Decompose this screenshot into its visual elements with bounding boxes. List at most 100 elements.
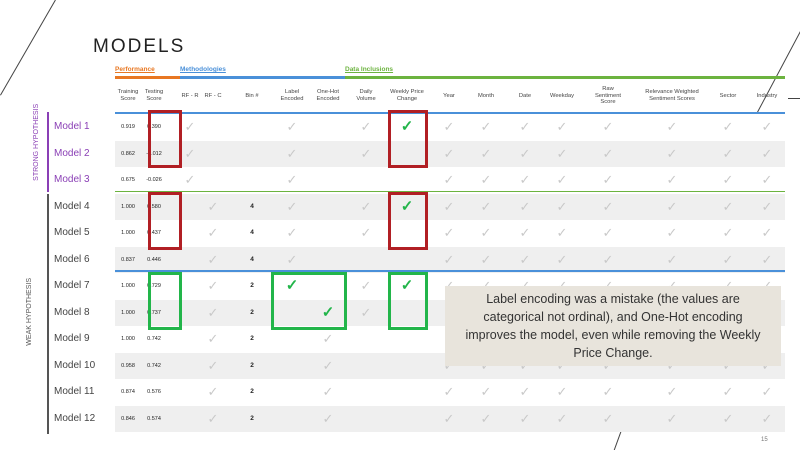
model-name: Model 7 (54, 280, 90, 291)
highlight-box-red (148, 192, 182, 250)
check-icon: ✓ (519, 198, 531, 214)
check-icon: ✓ (286, 251, 298, 267)
check-icon: ✓ (443, 145, 455, 161)
check-icon: ✓ (556, 119, 568, 134)
model-name: Model 11 (54, 386, 95, 397)
page-title: MODELS (93, 36, 186, 57)
deco-line-top-left (0, 0, 56, 96)
testing-score: 0.446 (147, 256, 161, 263)
column-header: RF - R (181, 92, 199, 99)
check-icon: ✓ (556, 145, 568, 161)
check-icon: ✓ (666, 145, 678, 161)
check-icon: ✓ (443, 198, 455, 214)
testing-score: 0.576 (147, 389, 161, 395)
check-icon: ✓ (602, 225, 614, 240)
training-score: 1.000 (121, 336, 135, 342)
check-icon: ✓ (443, 384, 455, 399)
check-icon: ✓ (722, 384, 734, 399)
slide: MODELS Performance Methodologies Data Incl… (0, 0, 800, 450)
column-header: Month (477, 92, 495, 99)
check-icon: ✓ (722, 198, 734, 214)
bin-count: 2 (250, 414, 254, 422)
column-header: Bin # (245, 92, 259, 99)
check-icon: ✓ (480, 145, 492, 161)
check-icon: ✓ (360, 225, 372, 240)
check-icon: ✓ (207, 278, 219, 293)
check-icon: ✓ (761, 410, 773, 426)
training-score: 1.000 (121, 309, 135, 316)
column-header: Training Score (117, 89, 139, 102)
model-name: Model 6 (54, 253, 90, 265)
section-separator (115, 112, 785, 114)
check-icon: ✓ (360, 278, 372, 293)
check-icon: ✓ (184, 172, 196, 187)
check-icon: ✓ (556, 225, 568, 240)
check-icon: ✓ (519, 410, 531, 426)
check-icon: ✓ (360, 119, 372, 134)
check-icon: ✓ (480, 172, 492, 187)
testing-score: -0.026 (146, 177, 162, 183)
check-icon: ✓ (443, 119, 455, 134)
check-icon: ✓ (207, 357, 219, 373)
model-name: Model 12 (54, 412, 96, 424)
check-icon: ✓ (207, 384, 219, 399)
highlight-box-green (388, 272, 428, 330)
section-separator (115, 190, 785, 192)
check-icon: ✓ (207, 198, 219, 214)
check-icon: ✓ (602, 119, 614, 134)
check-icon: ✓ (184, 119, 196, 134)
check-icon: ✓ (286, 119, 298, 134)
check-icon: ✓ (519, 225, 531, 240)
bin-count: 4 (250, 255, 254, 263)
check-icon: ✓ (360, 304, 372, 320)
training-score: 0.874 (121, 389, 135, 395)
check-icon: ✓ (722, 172, 734, 187)
model-name: Model 2 (54, 147, 90, 159)
check-icon: ✓ (322, 357, 334, 373)
check-icon: ✓ (556, 198, 568, 214)
check-icon: ✓ (722, 145, 734, 161)
column-header: Testing Score (144, 89, 164, 102)
check-icon: ✓ (666, 251, 678, 267)
column-header: Industry (756, 92, 778, 99)
check-icon: ✓ (207, 251, 219, 267)
check-icon: ✓ (556, 384, 568, 399)
model-name: Model 10 (54, 359, 96, 371)
check-icon: ✓ (286, 145, 298, 161)
page-number: 15 (761, 437, 768, 443)
highlight-box-green (148, 272, 182, 330)
check-icon: ✓ (519, 172, 531, 187)
column-header: Weekday (549, 92, 575, 99)
check-icon: ✓ (602, 251, 614, 267)
model-name: Model 8 (54, 306, 90, 318)
check-icon: ✓ (286, 225, 298, 240)
group-bar (180, 76, 345, 79)
check-icon: ✓ (443, 251, 455, 267)
check-icon: ✓ (207, 410, 219, 426)
training-score: 0.675 (121, 177, 135, 183)
section-separator (115, 270, 785, 272)
testing-score: 0.742 (147, 362, 161, 369)
bin-count: 2 (250, 388, 254, 395)
check-icon: ✓ (360, 198, 372, 214)
column-header: One-Hot Encoded (316, 89, 340, 102)
check-icon: ✓ (666, 172, 678, 187)
check-icon: ✓ (443, 172, 455, 187)
check-icon: ✓ (761, 198, 773, 214)
check-icon: ✓ (519, 119, 531, 134)
check-icon: ✓ (602, 145, 614, 161)
check-icon: ✓ (519, 145, 531, 161)
check-icon: ✓ (556, 410, 568, 426)
strong-hypothesis-bar (47, 112, 49, 192)
bin-count: 2 (250, 335, 254, 342)
column-header: Relevance Weighted Sentiment Scores (645, 89, 699, 102)
group-bar (345, 76, 785, 79)
column-header: Weekly Price Change (390, 89, 424, 102)
training-score: 0.846 (121, 415, 135, 422)
training-score: 1.000 (121, 230, 135, 236)
check-icon: ✓ (286, 172, 298, 187)
check-icon: ✓ (556, 251, 568, 267)
check-icon: ✓ (666, 225, 678, 240)
check-icon: ✓ (480, 410, 492, 426)
check-icon: ✓ (207, 225, 219, 240)
